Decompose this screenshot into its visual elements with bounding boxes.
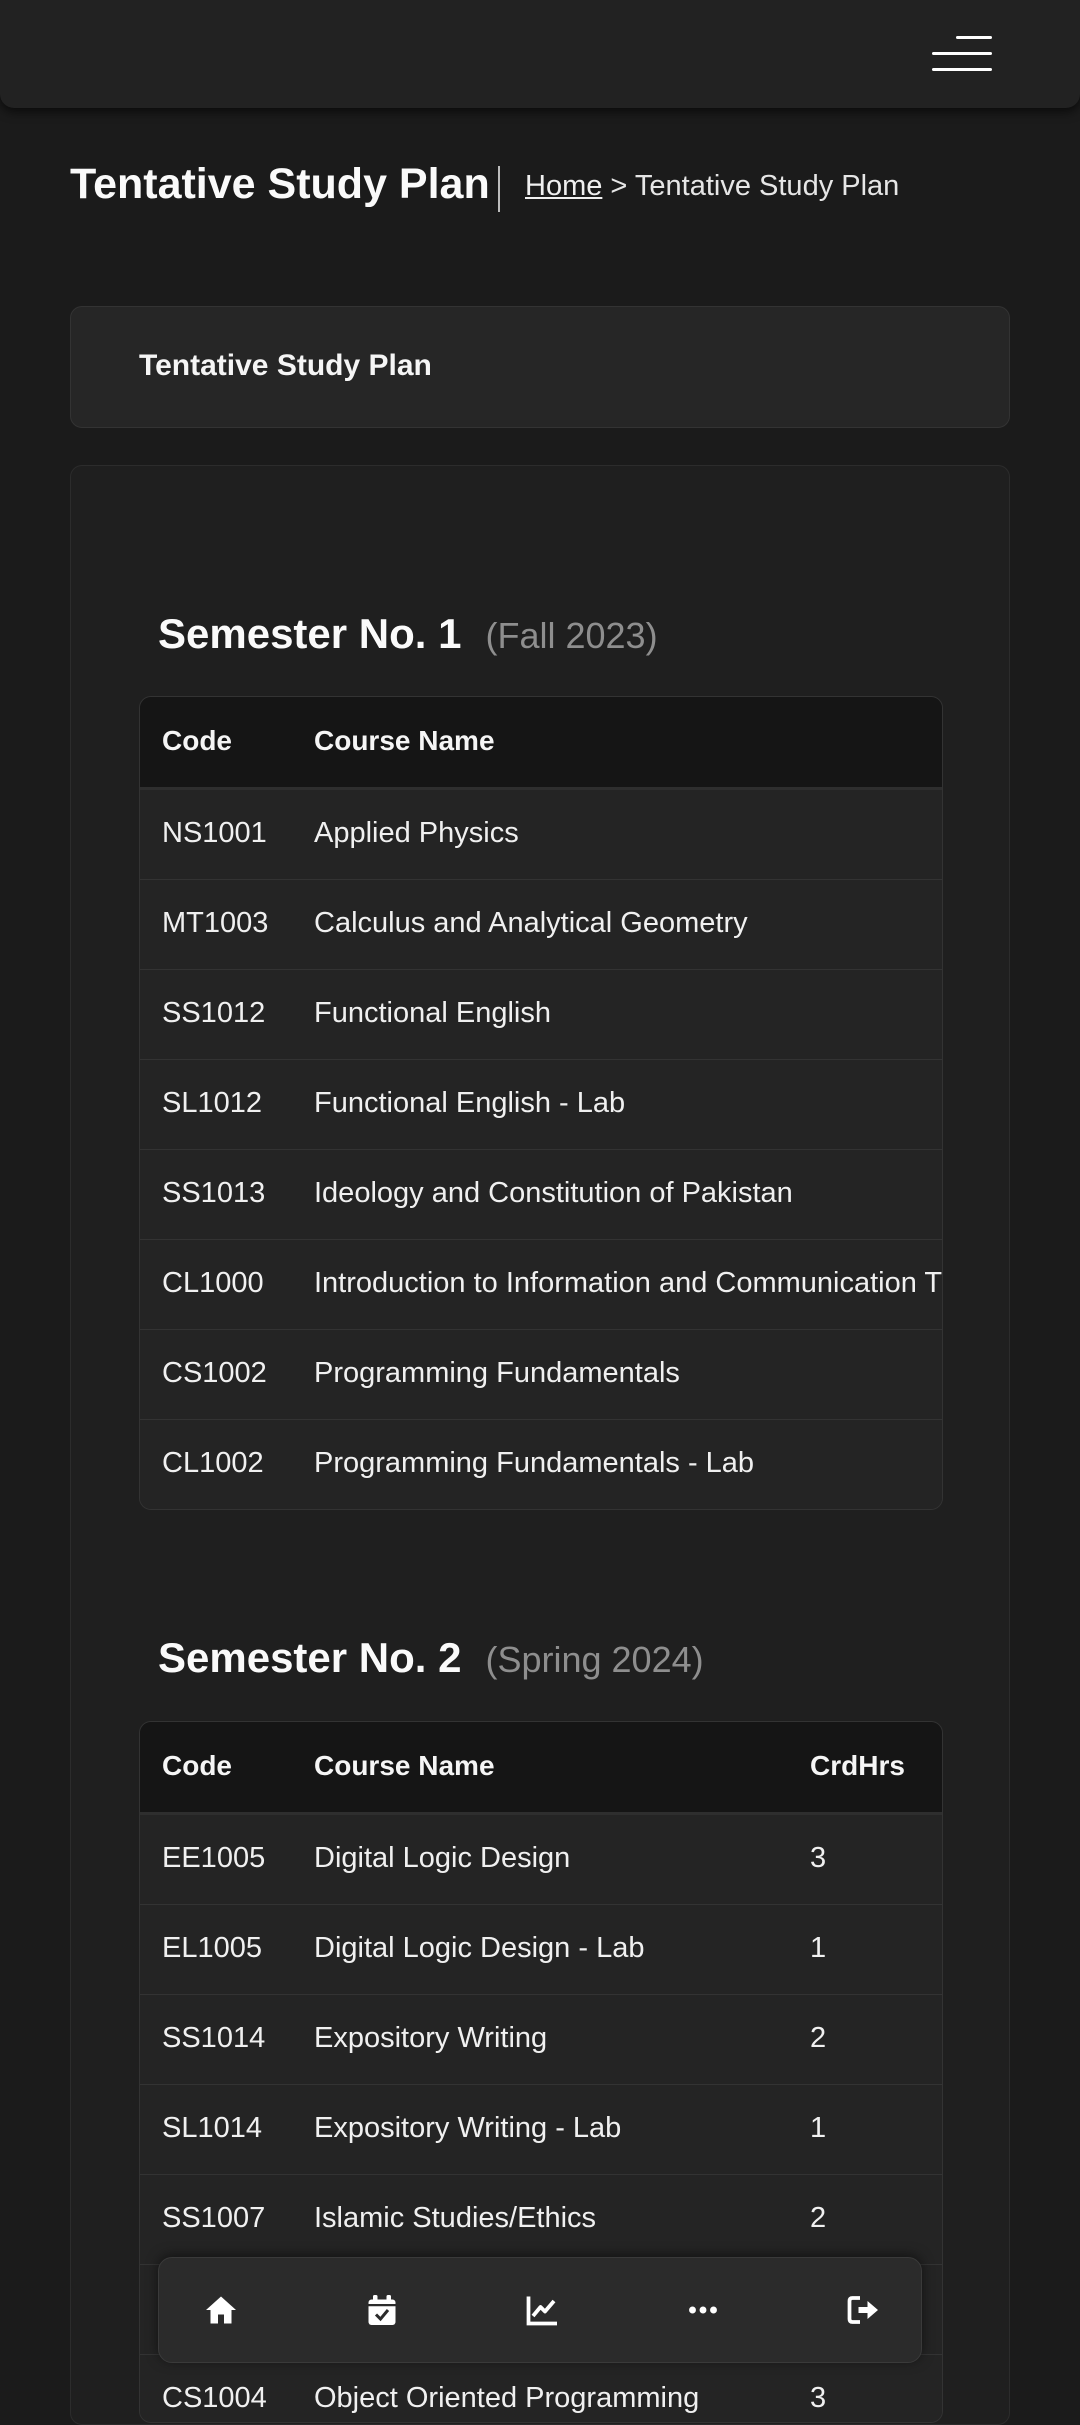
table-row[interactable]: SS1007 Islamic Studies/Ethics 2 — [140, 2174, 942, 2264]
table-row[interactable]: CS1004 Object Oriented Programming 3 — [140, 2354, 942, 2422]
semester-1-name: Semester No. 1 — [158, 610, 462, 657]
course-name: Functional English - Lab — [314, 1087, 626, 1119]
table-row[interactable]: CS1002 Programming Fundamentals — [140, 1329, 942, 1419]
course-code: MT1003 — [162, 907, 269, 939]
semester-1-table: Code Course Name NS1001 Applied Physics M… — [139, 696, 943, 1510]
calendar-check-icon[interactable] — [350, 2278, 414, 2342]
header-credit-hours: CrdHrs — [810, 1750, 905, 1781]
course-name: Programming Fundamentals — [314, 1357, 680, 1389]
course-name: Object Oriented Programming — [314, 2382, 700, 2414]
table-row[interactable]: CL1002 Programming Fundamentals - Lab — [140, 1419, 942, 1509]
table-row[interactable]: EE1005 Digital Logic Design 3 — [140, 1815, 942, 1904]
course-code: EE1005 — [162, 1842, 266, 1874]
menu-icon[interactable] — [928, 34, 992, 74]
course-name: Ideology and Constitution of Pakistan — [314, 1177, 793, 1209]
chart-line-icon[interactable] — [510, 2278, 574, 2342]
course-code: SS1014 — [162, 2022, 266, 2054]
semester-2-title: Semester No. 2 (Spring 2024) — [158, 1634, 704, 1682]
header-code: Code — [162, 725, 232, 756]
breadcrumb-current: Tentative Study Plan — [634, 170, 900, 202]
header-code: Code — [162, 1750, 232, 1781]
table-row[interactable]: SL1012 Functional English - Lab — [140, 1059, 942, 1149]
page-title: Tentative Study Plan — [70, 160, 490, 208]
breadcrumb: Home > Tentative Study Plan — [525, 170, 899, 203]
course-code: SS1007 — [162, 2202, 266, 2234]
sign-out-icon[interactable] — [831, 2278, 895, 2342]
credit-hours: 1 — [810, 1932, 827, 1964]
credit-hours: 2 — [810, 2202, 827, 2234]
course-name: Programming Fundamentals - Lab — [314, 1447, 755, 1479]
course-code: CS1004 — [162, 2382, 267, 2414]
course-code: SL1012 — [162, 1087, 262, 1119]
bottom-nav — [158, 2257, 922, 2363]
table-row[interactable]: SL1014 Expository Writing - Lab 1 — [140, 2084, 942, 2174]
course-code: NS1001 — [162, 817, 267, 849]
table-header: Code Course Name CrdHrs — [140, 1722, 942, 1815]
table-row[interactable]: SS1012 Functional English — [140, 969, 942, 1059]
header-course-name: Course Name — [314, 725, 495, 756]
semester-1-title: Semester No. 1 (Fall 2023) — [158, 610, 658, 658]
semester-2-term: (Spring 2024) — [485, 1639, 704, 1680]
table-header: Code Course Name — [140, 697, 942, 790]
course-name: Introduction to Information and Communic… — [314, 1267, 943, 1299]
course-code: EL1005 — [162, 1932, 262, 1964]
semester-2-name: Semester No. 2 — [158, 1634, 462, 1681]
course-name: Functional English — [314, 997, 551, 1029]
breadcrumb-separator: > — [610, 170, 628, 202]
course-name: Expository Writing - Lab — [314, 2112, 622, 2144]
credit-hours: 3 — [810, 1842, 827, 1874]
more-icon[interactable] — [671, 2278, 735, 2342]
course-code: CL1002 — [162, 1447, 264, 1479]
course-name: Expository Writing — [314, 2022, 548, 2054]
table-row[interactable]: SS1013 Ideology and Constitution of Pakis… — [140, 1149, 942, 1239]
course-code: CL1000 — [162, 1267, 264, 1299]
home-icon[interactable] — [189, 2278, 253, 2342]
course-name: Islamic Studies/Ethics — [314, 2202, 597, 2234]
semester-1-term: (Fall 2023) — [485, 615, 658, 656]
course-name: Digital Logic Design - Lab — [314, 1932, 645, 1964]
credit-hours: 1 — [810, 2112, 827, 2144]
course-name: Digital Logic Design — [314, 1842, 571, 1874]
course-name: Applied Physics — [314, 817, 519, 849]
table-row[interactable]: EL1005 Digital Logic Design - Lab 1 — [140, 1904, 942, 1994]
breadcrumb-home-link[interactable]: Home — [525, 170, 602, 202]
course-code: CS1002 — [162, 1357, 267, 1389]
study-plan-card-header: Tentative Study Plan — [70, 306, 1010, 428]
table-row[interactable]: MT1003 Calculus and Analytical Geometry — [140, 879, 942, 969]
table-row[interactable]: SS1014 Expository Writing 2 — [140, 1994, 942, 2084]
credit-hours: 3 — [810, 2382, 827, 2414]
card-title: Tentative Study Plan — [139, 349, 432, 382]
course-code: SS1013 — [162, 1177, 266, 1209]
course-code: SL1014 — [162, 2112, 262, 2144]
course-code: SS1012 — [162, 997, 266, 1029]
table-row[interactable]: NS1001 Applied Physics — [140, 790, 942, 879]
top-bar — [0, 0, 1080, 108]
header-course-name: Course Name — [314, 1750, 495, 1781]
title-divider — [498, 166, 500, 212]
course-name: Calculus and Analytical Geometry — [314, 907, 748, 939]
table-row[interactable]: CL1000 Introduction to Information and Co… — [140, 1239, 942, 1329]
credit-hours: 2 — [810, 2022, 827, 2054]
